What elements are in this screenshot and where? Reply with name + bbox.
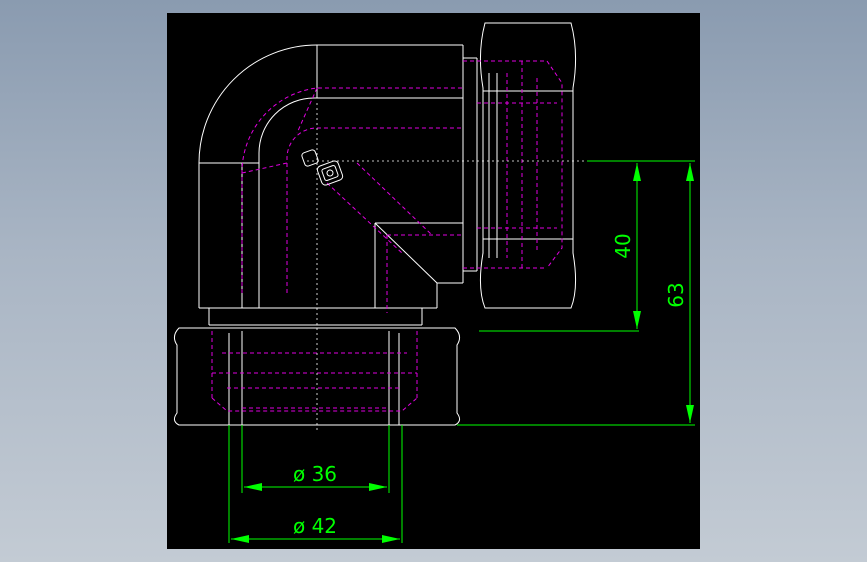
dimension-bore-36: ø 36 [293, 462, 337, 486]
elbow-fitting-drawing: ø 36 ø 42 40 63 [173, 22, 695, 543]
hidden-lines [211, 60, 563, 412]
dimension-bore-42: ø 42 [293, 514, 337, 538]
dimension-height-40: 40 [611, 233, 635, 258]
logo-icon [301, 149, 344, 186]
elbow-body-outline [198, 44, 478, 326]
center-lines [307, 103, 587, 431]
right-hex-nut [479, 22, 577, 309]
dimension-height-63: 63 [664, 282, 688, 307]
drawing-viewport[interactable]: ø 36 ø 42 40 63 [167, 13, 700, 549]
